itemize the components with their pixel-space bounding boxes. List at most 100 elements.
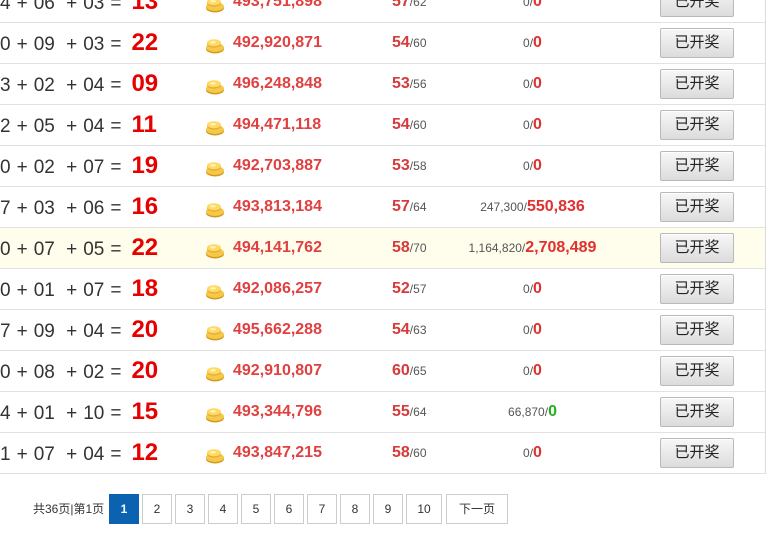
win-amount: 0 <box>533 0 542 10</box>
draw-result: 15 <box>131 398 159 425</box>
page-5-button[interactable]: 5 <box>241 494 271 524</box>
page-8-button[interactable]: 8 <box>340 494 370 524</box>
bet-payout: 247,300/550,836 <box>440 187 625 227</box>
gold-coins-icon <box>205 366 225 382</box>
num-b: 01 <box>33 403 55 424</box>
page-6-button[interactable]: 6 <box>274 494 304 524</box>
players-count: 65 <box>413 364 427 378</box>
draw-formula: 7 +09 +04 = 20 <box>0 316 159 343</box>
page-10-button[interactable]: 10 <box>406 494 442 524</box>
winners-count: 54 <box>392 321 410 338</box>
num-c: 04 <box>83 321 105 342</box>
bet-payout: 0/0 <box>440 105 625 145</box>
drawn-status-button[interactable]: 已开奖 <box>660 397 734 427</box>
bet-payout: 0/0 <box>440 351 625 391</box>
draw-result: 22 <box>131 234 159 261</box>
bet-payout: 0/0 <box>440 433 625 473</box>
bet-payout: 1,164,820/2,708,489 <box>440 228 625 268</box>
drawn-status-button[interactable]: 已开奖 <box>660 28 734 58</box>
drawn-status-button[interactable]: 已开奖 <box>660 151 734 181</box>
num-b: 06 <box>33 0 55 14</box>
participants: 57/64 <box>392 198 427 215</box>
num-c: 02 <box>83 362 105 383</box>
winners-count: 54 <box>392 116 410 133</box>
num-c: 04 <box>83 444 105 465</box>
payout-separator: 0/ <box>523 364 534 378</box>
win-amount: 0 <box>533 362 542 379</box>
num-c: 10 <box>83 403 105 424</box>
page-9-button[interactable]: 9 <box>373 494 403 524</box>
num-b: 07 <box>33 239 55 260</box>
num-a: 0 <box>0 239 11 260</box>
drawn-status-button[interactable]: 已开奖 <box>660 192 734 222</box>
page-7-button[interactable]: 7 <box>307 494 337 524</box>
num-a: 7 <box>0 198 11 219</box>
page-1-button[interactable]: 1 <box>109 494 139 524</box>
win-amount: 0 <box>533 34 542 51</box>
participants: 52/57 <box>392 280 427 297</box>
bet-payout: 0/0 <box>440 269 625 309</box>
draw-formula: 2 +05 +04 = 11 <box>0 111 157 138</box>
page-2-button[interactable]: 2 <box>142 494 172 524</box>
draw-result: 16 <box>131 193 159 220</box>
num-a: 0 <box>0 157 11 178</box>
num-c: 06 <box>83 198 105 219</box>
winners-count: 55 <box>392 403 410 420</box>
drawn-status-button[interactable]: 已开奖 <box>660 356 734 386</box>
num-a: 1 <box>0 444 11 465</box>
draw-formula: 0 +07 +05 = 22 <box>0 234 159 261</box>
num-c: 07 <box>83 280 105 301</box>
page-3-button[interactable]: 3 <box>175 494 205 524</box>
bet-payout: 0/0 <box>440 23 625 63</box>
num-a: 0 <box>0 362 11 383</box>
num-a: 4 <box>0 403 11 424</box>
win-amount: 0 <box>533 280 542 297</box>
num-c: 04 <box>83 116 105 137</box>
participants: 57/62 <box>392 0 427 22</box>
winners-count: 53 <box>392 75 410 92</box>
table-row: 1 +07 +04 = 12 493,847,215 58/60 0/0 已开奖 <box>0 433 765 474</box>
win-amount: 2,708,489 <box>525 239 597 256</box>
participants: 60/65 <box>392 362 427 379</box>
table-row: 4 +06 +03 = 13 493,751,898 57/62 0/0 已开奖 <box>0 0 765 23</box>
pool-amount: 494,471,118 <box>233 116 322 133</box>
draw-formula: 1 +07 +04 = 12 <box>0 439 159 466</box>
drawn-status-button[interactable]: 已开奖 <box>660 315 734 345</box>
gold-coins-icon <box>205 79 225 95</box>
bet-payout: 0/0 <box>440 0 625 22</box>
results-table: 4 +06 +03 = 13 493,751,898 57/62 0/0 已开奖 0 +09 +0… <box>0 0 766 474</box>
winners-count: 58 <box>392 239 410 256</box>
winners-count: 52 <box>392 280 410 297</box>
win-amount: 0 <box>533 321 542 338</box>
gold-coins-icon <box>205 448 225 464</box>
drawn-status-button[interactable]: 已开奖 <box>660 69 734 99</box>
drawn-status-button[interactable]: 已开奖 <box>660 438 734 468</box>
drawn-status-button[interactable]: 已开奖 <box>660 0 734 17</box>
win-amount: 0 <box>533 75 542 92</box>
bet-payout: 0/0 <box>440 146 625 186</box>
drawn-status-button[interactable]: 已开奖 <box>660 274 734 304</box>
participants: 54/63 <box>392 321 427 338</box>
draw-formula: 0 +01 +07 = 18 <box>0 275 159 302</box>
draw-formula: 4 +06 +03 = 13 <box>0 0 200 22</box>
num-c: 04 <box>83 75 105 96</box>
num-b: 09 <box>33 321 55 342</box>
draw-formula: 7 +03 +06 = 16 <box>0 193 159 220</box>
participants: 58/60 <box>392 444 427 461</box>
num-a: 0 <box>0 280 11 301</box>
participants: 58/70 <box>392 239 427 256</box>
draw-result: 13 <box>131 0 159 15</box>
table-row: 7 +03 +06 = 16 493,813,184 57/64 247,300/550,8… <box>0 187 765 228</box>
page-4-button[interactable]: 4 <box>208 494 238 524</box>
win-amount: 0 <box>533 444 542 461</box>
draw-formula: 0 +09 +03 = 22 <box>0 29 159 56</box>
gold-coins-icon <box>205 325 225 341</box>
draw-result: 19 <box>131 152 159 179</box>
participants: 55/64 <box>392 403 427 420</box>
next-page-button[interactable]: 下一页 <box>446 494 508 524</box>
drawn-status-button[interactable]: 已开奖 <box>660 233 734 263</box>
table-row: 0 +02 +07 = 19 492,703,887 53/58 0/0 已开奖 <box>0 146 765 187</box>
players-count: 70 <box>413 241 427 255</box>
drawn-status-button[interactable]: 已开奖 <box>660 110 734 140</box>
num-a: 3 <box>0 75 11 96</box>
